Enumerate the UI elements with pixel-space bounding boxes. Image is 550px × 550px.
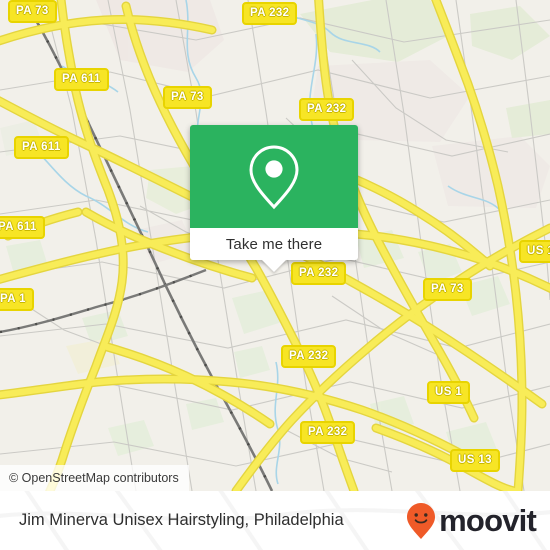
location-popup[interactable]: Take me there (190, 125, 358, 272)
highway-shield: PA 73 (8, 0, 57, 23)
osm-attribution[interactable]: © OpenStreetMap contributors (0, 465, 189, 491)
take-me-there-button[interactable]: Take me there (226, 236, 322, 253)
highway-shield: PA 611 (14, 136, 69, 159)
map-pin-icon (249, 144, 299, 209)
highway-shield: PA 232 (299, 98, 355, 121)
moovit-logo[interactable]: moovit (406, 491, 537, 550)
place-title: Jim Minerva Unisex Hairstyling, Philadel… (19, 511, 344, 529)
moovit-wordmark: moovit (439, 503, 537, 538)
highway-shield: PA 232 (281, 345, 337, 368)
highway-shield: PA 73 (163, 86, 212, 109)
popup-tail-pointer (261, 259, 287, 272)
map-canvas[interactable]: PA 73 PA 232 PA 611 PA 73 PA 232 PA 611 PA 611… (0, 0, 550, 491)
highway-shield: PA 1 (0, 288, 34, 311)
highway-shield: US 13 (450, 449, 500, 472)
highway-shield: US 1 (519, 240, 550, 263)
highway-shield: PA 611 (0, 216, 45, 239)
moovit-smiley-pin-icon (407, 502, 436, 539)
highway-shield: PA 232 (291, 262, 347, 285)
highway-shield: PA 232 (242, 2, 298, 25)
highway-shield: PA 611 (54, 68, 109, 91)
highway-shield: PA 73 (423, 278, 472, 301)
footer-bar: Jim Minerva Unisex Hairstyling, Philadel… (0, 491, 550, 550)
highway-shield: US 1 (427, 381, 471, 404)
popup-header (190, 125, 358, 228)
map-screenshot: PA 73 PA 232 PA 611 PA 73 PA 232 PA 611 PA 611… (0, 0, 550, 550)
highway-shield: PA 232 (300, 421, 356, 444)
popup-footer[interactable]: Take me there (190, 228, 358, 272)
